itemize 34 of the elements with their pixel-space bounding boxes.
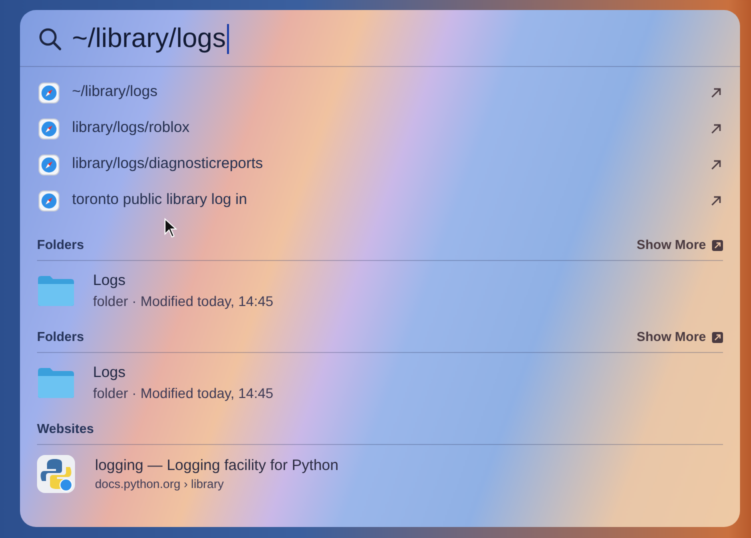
arrow-icon bbox=[710, 86, 722, 99]
folder-icon bbox=[37, 366, 75, 399]
result-subtitle: folder · Modified today, 14:45 bbox=[93, 292, 274, 311]
show-more-link[interactable]: Show More bbox=[636, 235, 723, 255]
compass-icon bbox=[38, 154, 60, 176]
folder-icon bbox=[37, 274, 75, 307]
suggestion-item[interactable]: toronto public library log in bbox=[20, 182, 740, 219]
result-item[interactable]: Logs folder · Modified today, 14:45 bbox=[37, 260, 723, 311]
result-title: Logs bbox=[93, 270, 127, 291]
result-item[interactable]: logging — Logging facility for Python docs.python.org › library bbox=[37, 444, 723, 493]
arrow-square-icon bbox=[712, 240, 723, 251]
compass-icon bbox=[38, 118, 60, 140]
result-title: logging — Logging facility for Python bbox=[95, 456, 338, 476]
arrow-icon bbox=[710, 122, 722, 135]
section-title: Folders bbox=[37, 328, 84, 346]
section-title: Folders bbox=[37, 236, 84, 254]
compass-icon bbox=[38, 82, 60, 104]
result-item[interactable]: Logs folder · Modified today, 14:45 bbox=[37, 352, 723, 403]
arrow-icon bbox=[710, 194, 722, 207]
suggestion-item[interactable]: ~/library/logs bbox=[20, 74, 740, 111]
search-icon bbox=[38, 26, 62, 51]
compass-icon bbox=[38, 190, 60, 212]
arrow-square-icon bbox=[712, 332, 723, 343]
suggestion-item[interactable]: library/logs/diagnosticreports bbox=[20, 146, 740, 183]
search-field[interactable]: ~/library/logs bbox=[72, 24, 229, 54]
show-more-link[interactable]: Show More bbox=[636, 327, 723, 347]
arrow-icon bbox=[710, 158, 722, 171]
result-subtitle: folder · Modified today, 14:45 bbox=[93, 384, 274, 403]
python-logo-icon bbox=[37, 454, 75, 493]
result-subtitle: docs.python.org › library bbox=[95, 476, 225, 492]
section-title: Websites bbox=[37, 420, 94, 438]
suggestion-item[interactable]: library/logs/roblox bbox=[20, 110, 740, 147]
result-title: Logs bbox=[93, 362, 127, 383]
mouse-pointer-icon bbox=[164, 218, 178, 238]
